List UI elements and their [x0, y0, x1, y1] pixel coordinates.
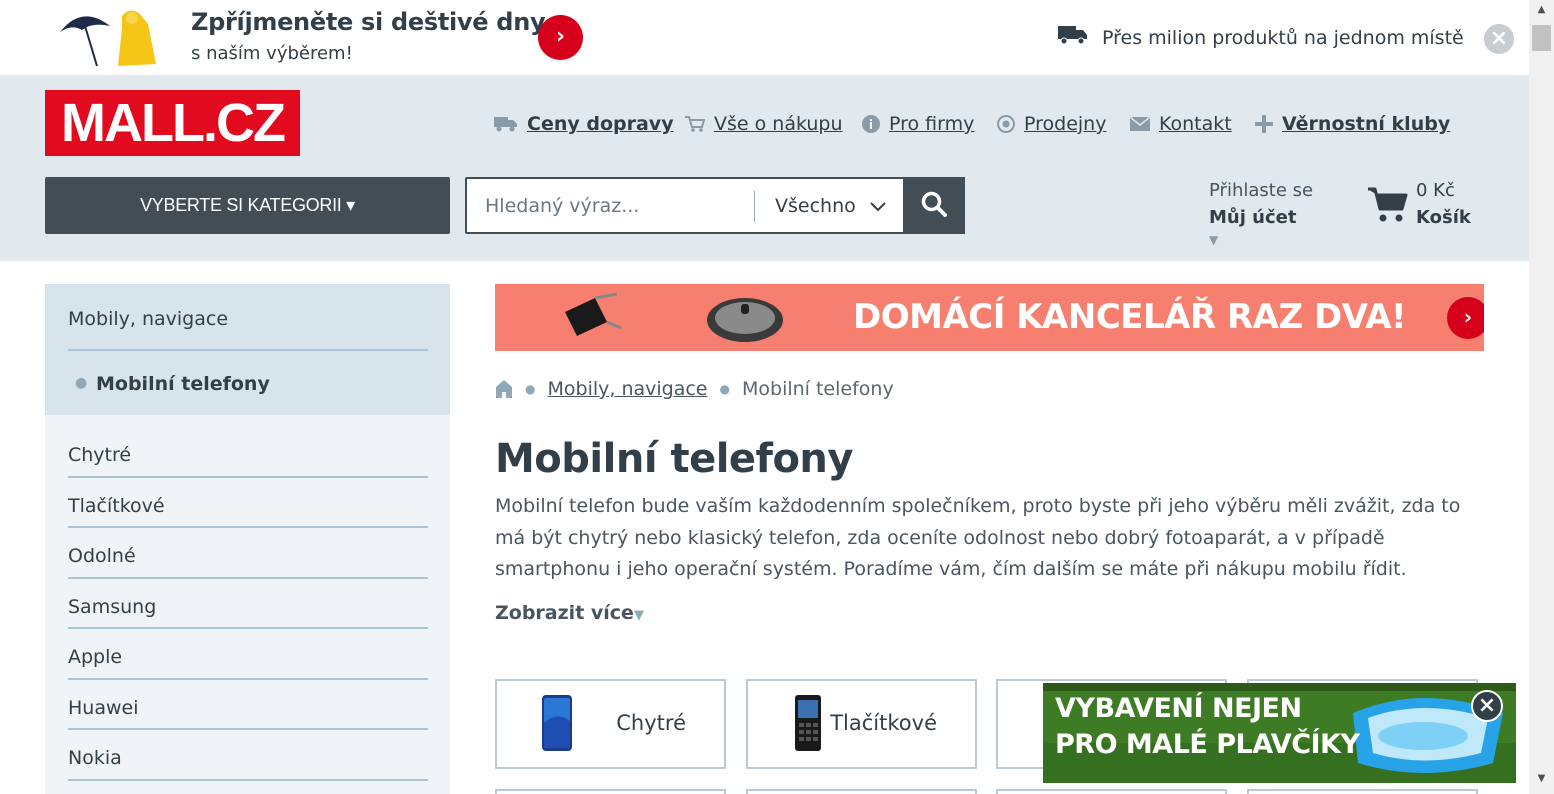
nav-shipping-prices[interactable]: Ceny dopravy [494, 112, 674, 136]
search-divider [754, 191, 755, 222]
popup-close-button[interactable]: × [1471, 690, 1503, 722]
category-card-row2[interactable] [1247, 789, 1478, 794]
nav-label: Věrnostní kluby [1282, 113, 1451, 135]
truck-icon [494, 117, 517, 132]
divider [68, 349, 428, 351]
nav-stores[interactable]: Prodejny [997, 112, 1106, 136]
promo-title: Zpříjmeněte si deštivé dny [191, 8, 546, 36]
category-card-row2[interactable] [495, 789, 726, 794]
search-icon [921, 191, 947, 217]
umbrella-raincoat-icon [60, 10, 156, 67]
breadcrumb-link[interactable]: Mobily, navigace [547, 378, 707, 400]
my-account-link[interactable]: Můj účet [1209, 207, 1296, 228]
home-icon[interactable] [495, 379, 513, 399]
search-bar: Všechno [465, 177, 965, 234]
nav-label: Vše o nákupu [714, 113, 843, 135]
scroll-thumb[interactable] [1532, 25, 1551, 51]
site-header: MALL.CZ Ceny dopravy Vše o nákupu Pro fi… [0, 75, 1529, 261]
truck-icon [1058, 26, 1087, 45]
sidebar-item-samsung[interactable]: Samsung [68, 579, 428, 629]
feature-phone-icon [795, 695, 821, 751]
plus-icon [1255, 115, 1273, 133]
search-button[interactable] [903, 177, 965, 234]
bullet-icon: ● [75, 375, 88, 391]
promo-banner[interactable]: DOMÁCÍ KANCELÁŘ RAZ DVA! › [495, 284, 1484, 351]
mouse-icon [707, 298, 783, 342]
sidebar-item-button[interactable]: Tlačítkové [68, 478, 428, 528]
info-icon [862, 115, 880, 133]
page-scrollbar[interactable]: ▲ ▼ [1529, 0, 1554, 794]
search-category-select[interactable]: Všechno [775, 179, 856, 232]
category-sidebar: Mobily, navigace ● Mobilní telefony Chyt… [45, 284, 450, 794]
sidebar-current-section: Mobily, navigace ● Mobilní telefony [45, 284, 450, 415]
login-label[interactable]: Přihlaste se [1209, 180, 1313, 201]
popup-ad[interactable]: VYBAVENÍ NEJEN PRO MALÉ PLAVČÍKY [1043, 683, 1516, 783]
nav-business[interactable]: Pro firmy [862, 112, 974, 136]
breadcrumb-current: Mobilní telefony [741, 378, 894, 400]
breadcrumb-separator: ● [525, 382, 536, 396]
search-input[interactable] [485, 179, 755, 232]
cart-price[interactable]: 0 Kč [1416, 180, 1455, 201]
page-title: Mobilní telefony [495, 436, 853, 482]
promo-subtitle: s naším výběrem! [191, 43, 353, 64]
cart-label[interactable]: Košík [1416, 207, 1471, 228]
nav-contact[interactable]: Kontakt [1130, 112, 1232, 136]
scroll-up-arrow-icon[interactable]: ▲ [1529, 3, 1554, 17]
sidebar-item-apple[interactable]: Apple [68, 629, 428, 680]
popup-ad-line2: PRO MALÉ PLAVČÍKY [1055, 729, 1360, 760]
mail-icon [1130, 116, 1150, 131]
breadcrumb: ● Mobily, navigace ● Mobilní telefony [495, 378, 894, 400]
promo-strip: Zpříjmeněte si deštivé dny s naším výběr… [0, 0, 1529, 75]
banner-text: DOMÁCÍ KANCELÁŘ RAZ DVA! [853, 297, 1407, 337]
category-card-button[interactable]: Tlačítkové [746, 679, 977, 769]
sidebar-item-rugged[interactable]: Odolné [68, 528, 428, 579]
nav-label: Ceny dopravy [527, 113, 674, 135]
sidebar-item-smart[interactable]: Chytré [68, 427, 428, 478]
chevron-down-icon[interactable] [870, 179, 886, 232]
category-card-smart[interactable]: Chytré [495, 679, 726, 769]
category-description: Mobilní telefon bude vaším každodenním s… [495, 495, 1461, 580]
banner-arrow-button[interactable]: › [1447, 297, 1484, 339]
breadcrumb-separator: ● [719, 382, 730, 396]
scroll-down-arrow-icon[interactable]: ▼ [1529, 772, 1554, 786]
category-card-row2[interactable] [746, 789, 977, 794]
nav-label: Prodejny [1024, 113, 1107, 135]
sidebar-item-nokia[interactable]: Nokia [68, 730, 428, 781]
sidebar-current-item: Mobilní telefony [96, 373, 270, 395]
category-card-label: Tlačítkové [830, 711, 937, 735]
nav-label: Pro firmy [889, 113, 975, 135]
binder-clip-icon [565, 292, 622, 336]
nav-label: Kontakt [1159, 113, 1232, 135]
store-icon [997, 115, 1015, 133]
category-card-label: Chytré [616, 711, 686, 735]
sidebar-parent-link[interactable]: Mobily, navigace [68, 308, 228, 330]
nav-about-shopping[interactable]: Vše o nákupu [685, 112, 843, 136]
show-more-label: Zobrazit více [495, 602, 634, 624]
promo-close-button[interactable]: × [1484, 24, 1514, 54]
cart-small-icon [685, 116, 705, 132]
caret-down-icon[interactable]: ▼ [1209, 233, 1218, 247]
cart-icon[interactable] [1368, 185, 1408, 225]
smartphone-icon [542, 695, 572, 751]
promo-arrow-button[interactable]: › [538, 15, 583, 60]
sidebar-subcategory-list: Chytré Tlačítkové Odolné Samsung Apple H… [68, 427, 428, 781]
category-menu-button[interactable]: VYBERTE SI KATEGORII ▾ [45, 177, 450, 234]
sidebar-item-huawei[interactable]: Huawei [68, 680, 428, 730]
popup-ad-line1: VYBAVENÍ NEJEN [1055, 693, 1302, 724]
promo-claim: Přes milion produktů na jednom místě [1102, 27, 1464, 49]
nav-loyalty-clubs[interactable]: Věrnostní kluby [1255, 112, 1450, 136]
caret-down-icon: ▼ [633, 608, 644, 623]
mall-logo[interactable]: MALL.CZ [45, 90, 300, 156]
category-card-row2[interactable] [996, 789, 1227, 794]
show-more-link[interactable]: Zobrazit více▼ [495, 602, 644, 624]
